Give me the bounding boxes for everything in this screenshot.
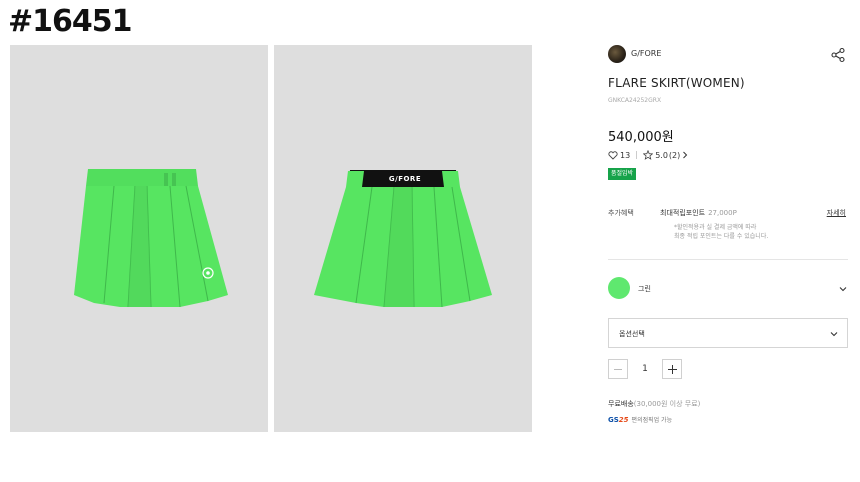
- review-count[interactable]: (2): [669, 151, 680, 160]
- rating-value[interactable]: 5.0: [655, 151, 668, 160]
- color-swatch-green[interactable]: [608, 277, 630, 299]
- product-price: 540,000원: [608, 130, 674, 145]
- decrease-button[interactable]: [608, 359, 628, 379]
- product-image-front[interactable]: [10, 45, 268, 432]
- heart-icon[interactable]: [608, 150, 618, 160]
- status-badge: 품절임박: [608, 168, 637, 180]
- convenience-pickup: GS25 편의점픽업 가능: [608, 415, 673, 425]
- waistband-logo-text: G/FORE: [388, 175, 422, 183]
- increase-button[interactable]: [662, 359, 682, 379]
- color-name: 그린: [638, 285, 651, 293]
- product-image-back[interactable]: G/FORE: [274, 45, 532, 432]
- brand-avatar[interactable]: [608, 45, 626, 63]
- quantity-value[interactable]: 1: [628, 364, 662, 374]
- product-title: FLARE SKIRT(WOMEN): [608, 76, 745, 90]
- benefit-note-line1: *할인적용과 실 결제 금액에 따라: [674, 224, 757, 231]
- chevron-down-icon[interactable]: [838, 284, 848, 294]
- gs25-logo: GS25: [608, 415, 629, 424]
- point-label: 최대적립포인트: [660, 209, 706, 217]
- skirt-front-illustration: [74, 169, 228, 308]
- chevron-right-icon[interactable]: [682, 151, 688, 159]
- listing-id: #16451: [8, 4, 133, 39]
- shipping-condition: (30,000원 이상 무료): [633, 400, 701, 408]
- point-amount: 27,000P: [708, 209, 737, 217]
- star-icon: [643, 150, 654, 160]
- benefit-detail-link[interactable]: 자세히: [827, 208, 846, 218]
- divider: [608, 259, 848, 260]
- option-select-label: 옵션선택: [619, 330, 645, 338]
- share-icon[interactable]: [830, 47, 846, 63]
- shipping-info: 무료배송(30,000원 이상 무료): [608, 399, 700, 409]
- option-select[interactable]: 옵션선택: [608, 318, 848, 348]
- like-count: 13: [620, 150, 631, 160]
- brand-name[interactable]: G/FORE: [631, 49, 661, 58]
- free-shipping-label: 무료배송: [608, 400, 634, 408]
- chevron-down-icon: [830, 332, 838, 337]
- product-meta: 13 5.0 (2): [608, 150, 690, 160]
- product-code: GNKCA24252GRX: [608, 97, 662, 104]
- benefit-note: *할인적용과 실 결제 금액에 따라 최종 적립 포인트는 다를 수 있습니다.: [674, 223, 844, 241]
- pickup-text: 편의점픽업 가능: [631, 417, 673, 424]
- quantity-stepper: 1: [608, 359, 682, 379]
- skirt-back-illustration: [314, 170, 492, 308]
- benefit-label: 추가혜택: [608, 209, 634, 217]
- benefit-point: 최대적립포인트 27,000P: [660, 208, 737, 218]
- brand-row: G/FORE: [608, 45, 848, 65]
- benefit-note-line2: 최종 적립 포인트는 다를 수 있습니다.: [674, 233, 769, 240]
- meta-divider: [636, 151, 638, 159]
